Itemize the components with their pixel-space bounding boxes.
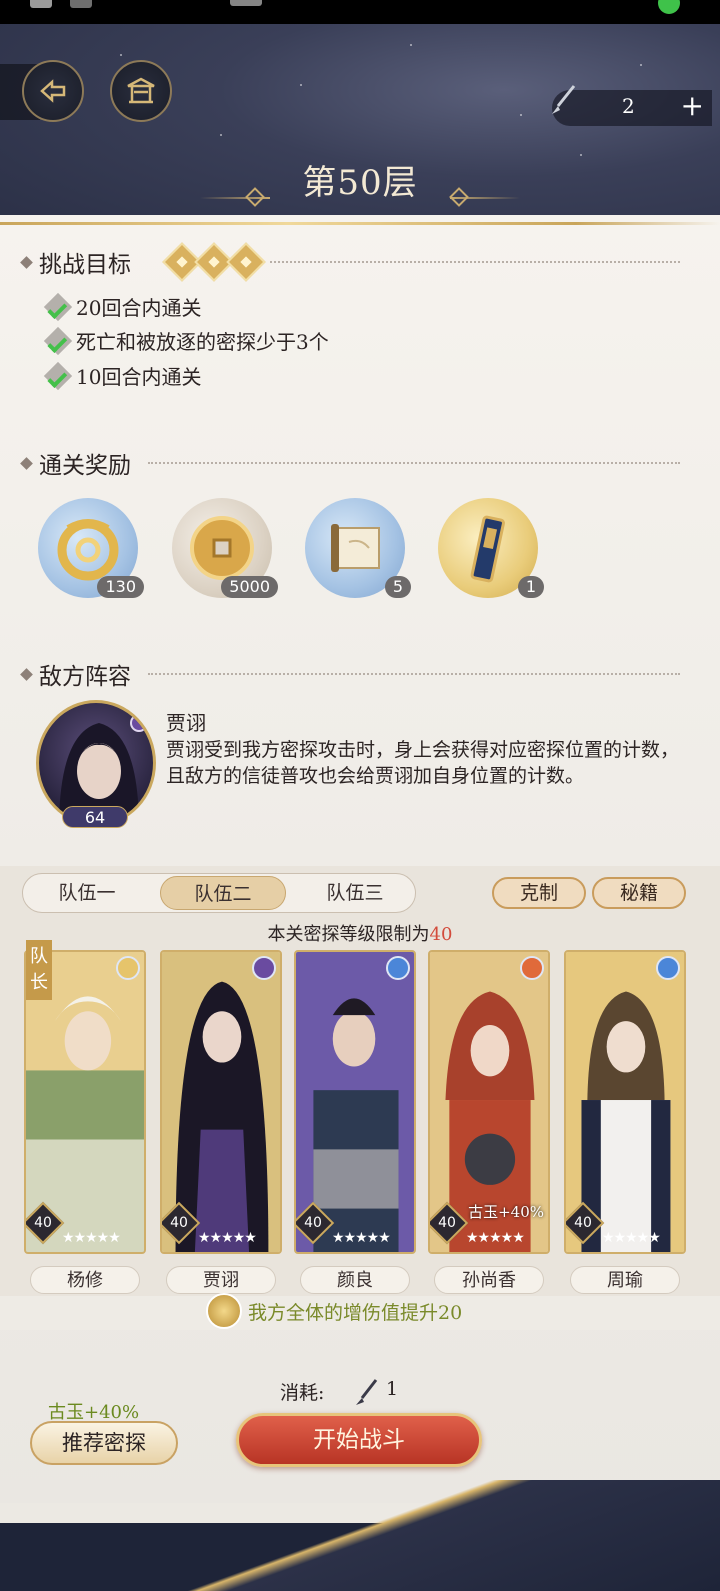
footer-decoration bbox=[0, 1480, 720, 1591]
status-signal-icon bbox=[70, 0, 92, 8]
hero-bonus: 古玉+40% bbox=[468, 1203, 544, 1221]
rewards-heading-text: 通关奖励 bbox=[39, 453, 131, 479]
enemy-name: 贾诩 bbox=[166, 711, 206, 735]
hero-name: 颜良 bbox=[300, 1266, 410, 1294]
secret-button[interactable]: 秘籍 bbox=[592, 877, 686, 909]
brush-icon bbox=[356, 1379, 378, 1405]
start-battle-button[interactable]: 开始战斗 bbox=[236, 1413, 482, 1467]
tab-team-1[interactable]: 队伍一 bbox=[24, 876, 150, 910]
reward-item[interactable]: 5000 bbox=[172, 498, 278, 598]
brush-icon bbox=[552, 85, 576, 114]
moon-element-icon bbox=[116, 956, 140, 980]
goal-text: 10回合内通关 bbox=[76, 365, 202, 389]
star-icon bbox=[226, 242, 266, 282]
section-diamond-icon bbox=[20, 667, 33, 681]
pavilion-icon bbox=[127, 77, 155, 104]
check-icon bbox=[43, 361, 73, 390]
status-bar bbox=[0, 0, 720, 24]
check-icon bbox=[43, 292, 73, 321]
leader-badge: 队 长 bbox=[26, 940, 52, 1000]
swirl-element-icon bbox=[656, 956, 680, 980]
fire-element-icon bbox=[520, 956, 544, 980]
back-arrow-icon bbox=[40, 79, 66, 103]
challenge-heading-text: 挑战目标 bbox=[39, 252, 131, 278]
challenge-heading: 挑战目标 bbox=[20, 245, 131, 279]
back-button[interactable] bbox=[22, 60, 84, 122]
reward-item[interactable]: 5 bbox=[305, 498, 411, 598]
reward-item[interactable]: 130 bbox=[38, 498, 144, 598]
tab-team-2[interactable]: 队伍二 bbox=[160, 876, 286, 910]
enemy-heading-text: 敌方阵容 bbox=[39, 664, 131, 690]
hero-card[interactable]: 40 ★★★★★ bbox=[294, 950, 416, 1254]
section-line bbox=[148, 673, 680, 675]
section-line bbox=[270, 261, 680, 263]
cost-value: 1 bbox=[386, 1378, 399, 1400]
leader-label: 长 bbox=[30, 972, 48, 993]
rewards-heading: 通关奖励 bbox=[20, 446, 131, 480]
tab-team-3[interactable]: 队伍三 bbox=[292, 876, 418, 910]
hero-name: 周瑜 bbox=[570, 1266, 680, 1294]
section-diamond-icon bbox=[20, 456, 33, 470]
goal-item: 10回合内通关 bbox=[43, 361, 202, 390]
challenge-stars bbox=[162, 242, 266, 282]
buff-text: 我方全体的增伤值提升20 bbox=[248, 1302, 463, 1324]
hero-stars: ★★★★★ bbox=[198, 1230, 257, 1246]
hero-stars: ★★★★★ bbox=[332, 1230, 391, 1246]
hero-stars: ★★★★★ bbox=[466, 1230, 525, 1246]
swirl-element-icon bbox=[386, 956, 410, 980]
add-resource-button[interactable]: + bbox=[681, 89, 704, 122]
hero-stars: ★★★★★ bbox=[62, 1230, 121, 1246]
hero-card[interactable]: 40 ★★★★★ bbox=[564, 950, 686, 1254]
goal-text: 死亡和被放逐的密探少于3个 bbox=[76, 330, 329, 354]
goal-item: 死亡和被放逐的密探少于3个 bbox=[43, 326, 329, 355]
resource-value: 2 bbox=[622, 94, 635, 118]
reward-count: 5 bbox=[384, 576, 411, 598]
goal-text: 20回合内通关 bbox=[76, 296, 202, 320]
section-line bbox=[148, 462, 680, 464]
reward-item[interactable]: 1 bbox=[438, 498, 544, 598]
level-limit: 本关密探等级限制为40 bbox=[0, 920, 720, 946]
cost-label: 消耗: bbox=[280, 1382, 325, 1404]
enemy-heading: 敌方阵容 bbox=[20, 657, 131, 691]
buff-icon bbox=[206, 1293, 242, 1329]
level-limit-value: 40 bbox=[429, 924, 453, 945]
check-icon bbox=[43, 326, 73, 355]
enemy-description: 贾诩受到我方密探攻击时，身上会获得对应密探位置的计数，且敌方的信徒普攻也会给贾诩… bbox=[166, 739, 680, 787]
status-indicator-icon bbox=[658, 0, 680, 14]
hero-card[interactable]: 40 ★★★★★ bbox=[160, 950, 282, 1254]
status-notification-icon bbox=[230, 0, 262, 6]
reward-count: 1 bbox=[517, 576, 544, 598]
pavilion-button[interactable] bbox=[110, 60, 172, 122]
enemy-level: 64 bbox=[62, 806, 128, 828]
restrain-button[interactable]: 克制 bbox=[492, 877, 586, 909]
hero-card[interactable]: 古玉+40% 40 ★★★★★ bbox=[428, 950, 550, 1254]
section-diamond-icon bbox=[20, 255, 33, 269]
leader-label: 队 bbox=[30, 946, 48, 967]
resource-counter: 2 + bbox=[552, 85, 712, 126]
goal-item: 20回合内通关 bbox=[43, 292, 202, 321]
floor-title: 第50层 bbox=[302, 163, 418, 203]
reward-count: 130 bbox=[97, 576, 144, 598]
header: 2 + bbox=[0, 24, 720, 244]
hero-stars: ★★★★★ bbox=[602, 1230, 661, 1246]
cloud-element-icon bbox=[252, 956, 276, 980]
hero-name: 杨修 bbox=[30, 1266, 140, 1294]
reward-count: 5000 bbox=[221, 576, 278, 598]
status-time-icon bbox=[30, 0, 52, 8]
recommend-button[interactable]: 推荐密探 bbox=[30, 1421, 178, 1465]
gold-divider bbox=[0, 222, 720, 225]
level-limit-text: 本关密探等级限制为 bbox=[267, 924, 430, 945]
hero-name: 孙尚香 bbox=[434, 1266, 544, 1294]
hero-name: 贾诩 bbox=[166, 1266, 276, 1294]
